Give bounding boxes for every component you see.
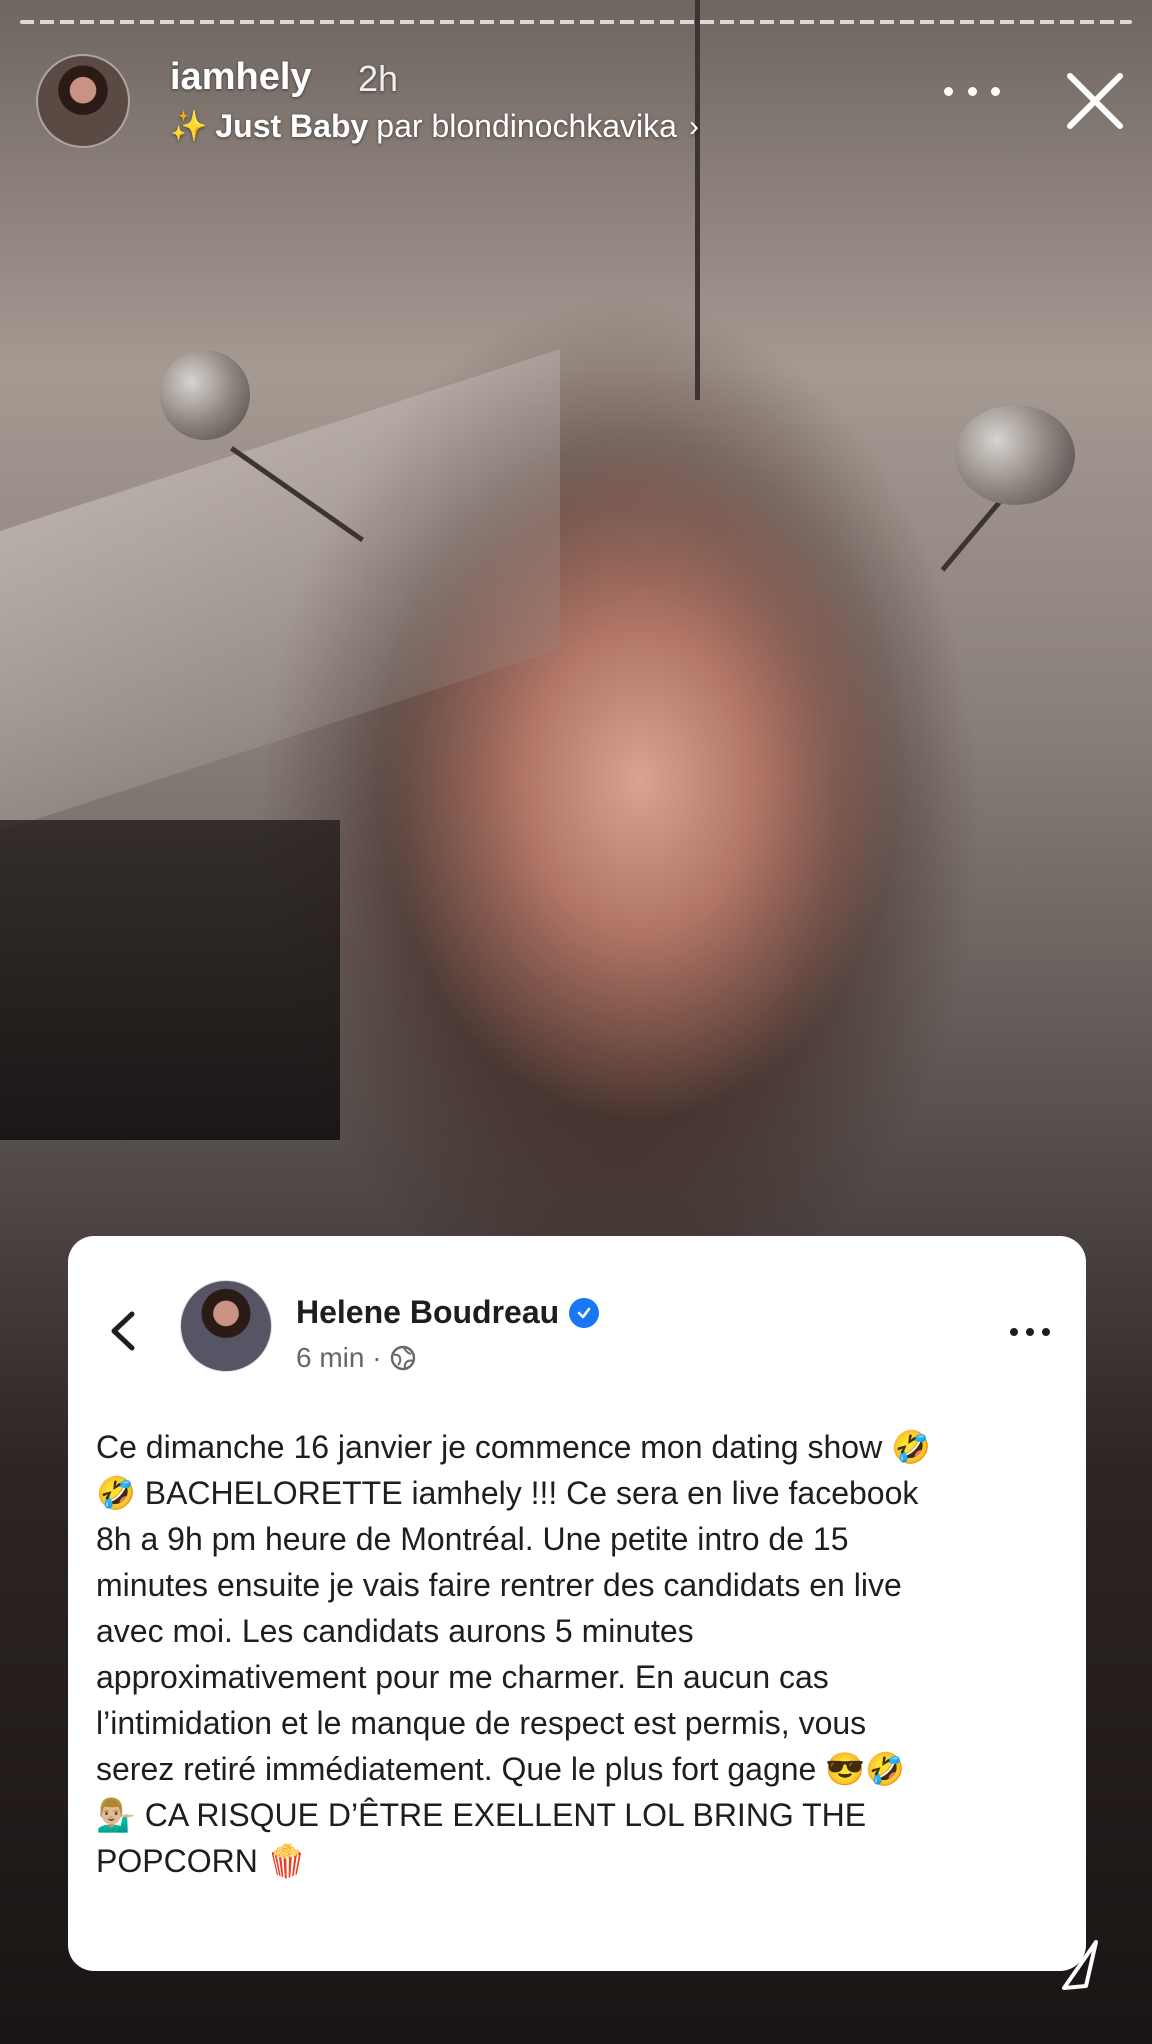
post-text-line: 💁🏼‍♂️ CA RISQUE D’ÊTRE EXELLENT LOL BRIN… xyxy=(96,1797,867,1833)
dot xyxy=(967,86,977,96)
post-author-name: Helene Boudreau xyxy=(296,1294,560,1330)
verified-badge-icon xyxy=(569,1297,600,1328)
post-text-line: serez retiré immédiatement. Que le plus … xyxy=(96,1751,905,1787)
music-artist: par blondinochkavika xyxy=(376,108,677,144)
story-username[interactable]: iamhely xyxy=(170,56,312,99)
post-text-line: minutes ensuite je vais faire rentrer de… xyxy=(96,1567,902,1603)
post-text-line: 8h a 9h pm heure de Montréal. Une petite… xyxy=(96,1521,849,1557)
ceiling xyxy=(0,349,560,831)
dot xyxy=(944,86,953,96)
post-text-line: POPCORN 🍿 xyxy=(96,1843,307,1879)
story-time: 2h xyxy=(358,58,399,99)
post-text: Ce dimanche 16 janvier je commence mon d… xyxy=(96,1424,1076,1884)
headband-ball-left xyxy=(160,350,250,440)
wall xyxy=(0,820,340,1140)
post-text-line: avec moi. Les candidats aurons 5 minutes xyxy=(96,1613,694,1649)
post-text-line: l’intimidation et le manque de respect e… xyxy=(96,1705,867,1741)
post-more-options-button[interactable] xyxy=(1010,1328,1050,1338)
back-arrow-icon[interactable] xyxy=(104,1306,144,1356)
headband-ball-right xyxy=(955,405,1075,505)
facebook-post-card: Helene Boudreau 6 min · Ce dimanche 16 j… xyxy=(68,1236,1086,1971)
post-author-avatar[interactable] xyxy=(180,1280,272,1372)
sparkle-icon: ✨ xyxy=(170,110,208,143)
close-icon[interactable] xyxy=(1060,66,1130,136)
chevron-right-icon: › xyxy=(688,109,699,143)
post-text-line: 🤣 BACHELORETTE iamhely !!! Ce sera en li… xyxy=(96,1475,919,1511)
dot xyxy=(991,86,1000,96)
music-title: Just Baby xyxy=(215,108,369,144)
story-avatar[interactable] xyxy=(36,54,130,148)
send-arrow-icon[interactable] xyxy=(1056,1936,1106,1996)
dot xyxy=(1026,1328,1034,1336)
globe-icon xyxy=(390,1345,415,1371)
story-progress-bar xyxy=(20,20,1132,24)
more-options-button[interactable] xyxy=(944,76,1000,106)
post-time: 6 min · xyxy=(296,1342,382,1373)
post-text-line: Ce dimanche 16 janvier je commence mon d… xyxy=(96,1429,931,1465)
post-text-line: approximativement pour me charmer. En au… xyxy=(96,1659,829,1695)
post-author[interactable]: Helene Boudreau xyxy=(296,1294,600,1331)
dot xyxy=(1042,1328,1050,1336)
dot xyxy=(1010,1328,1018,1336)
post-meta: 6 min · xyxy=(296,1342,416,1374)
headband-antenna-center xyxy=(695,0,700,400)
music-attribution[interactable]: ✨ Just Baby par blondinochkavika › xyxy=(170,108,699,145)
